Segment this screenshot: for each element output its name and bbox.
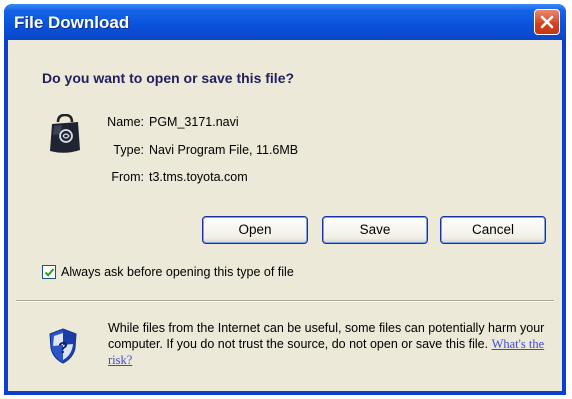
checkmark-icon (44, 268, 55, 277)
file-type: Navi Program File, 11.6MB (149, 143, 299, 157)
file-download-window: File Download Do you want to open or sav… (4, 4, 566, 395)
dialog-question: Do you want to open or save this file? (42, 70, 295, 86)
always-ask-checkbox[interactable] (42, 265, 56, 279)
svg-text:?: ? (58, 340, 68, 357)
close-icon (540, 15, 554, 29)
file-name: PGM_3171.navi (149, 115, 239, 129)
save-button[interactable]: Save (322, 216, 428, 244)
window-title: File Download (14, 13, 130, 32)
file-type-icon (50, 114, 80, 153)
divider (16, 300, 554, 302)
security-shield-icon: ? (49, 328, 77, 364)
warning-text: While files from the Internet can be use… (108, 321, 545, 351)
from-label: From: (111, 170, 144, 184)
security-warning: While files from the Internet can be use… (108, 320, 552, 368)
cancel-button[interactable]: Cancel (440, 216, 546, 244)
open-button[interactable]: Open (202, 216, 308, 244)
always-ask-label: Always ask before opening this type of f… (61, 265, 294, 279)
dialog-body: Do you want to open or save this file? N… (8, 40, 562, 391)
close-button[interactable] (534, 9, 560, 35)
name-label: Name: (107, 115, 144, 129)
file-source: t3.tms.toyota.com (149, 170, 248, 184)
title-bar[interactable]: File Download (4, 4, 566, 40)
type-label: Type: (113, 143, 144, 157)
